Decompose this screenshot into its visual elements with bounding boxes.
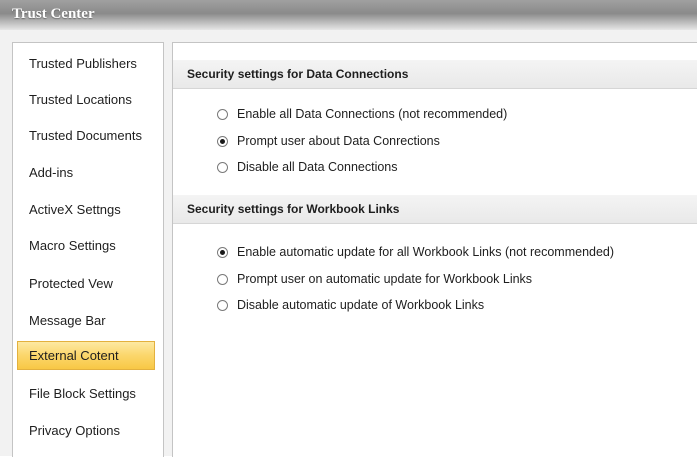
sidebar-item-macro-settings[interactable]: Macro Settings [17,231,155,260]
radio-button[interactable] [217,273,228,285]
radio-label: Disable all Data Connections [237,160,398,174]
sidebar-item-message-bar[interactable]: Message Bar [17,306,155,335]
sidebar-item-activex-settings[interactable]: ActiveX Settngs [17,195,155,224]
radio-option-prompt-data-connections[interactable]: Prompt user about Data Conrections [217,131,440,151]
radio-label: Prompt user about Data Conrections [237,134,440,148]
section-header-data-connections: Security settings for Data Connections [173,60,697,89]
radio-button[interactable] [217,108,228,120]
radio-label: Disable automatic update of Workbook Lin… [237,298,485,312]
radio-option-prompt-automatic-update[interactable]: Prompt user on automatic update for Work… [217,269,532,289]
radio-option-disable-automatic-update[interactable]: Disable automatic update of Workbook Lin… [217,295,484,315]
radio-label: Prompt user on automatic update for Work… [237,272,533,286]
sidebar-item-trusted-publishers[interactable]: Trusted Publishers [17,49,155,78]
sidebar-item-trusted-documents[interactable]: Trusted Documents [17,121,155,150]
radio-label: Enable automatic update for all Workbook… [237,245,615,259]
section-header-workbook-links: Security settings for Workbook Links [173,195,697,224]
title-bar: Trust Center [0,0,697,30]
radio-button-selected[interactable] [217,246,228,258]
dialog-body: Trusted Publishers Trusted Locations Tru… [0,30,697,457]
radio-button[interactable] [217,299,228,311]
sidebar-item-add-ins[interactable]: Add-ins [17,158,155,187]
radio-option-disable-all-data-connections[interactable]: Disable all Data Connections [217,157,398,177]
radio-button[interactable] [217,161,228,173]
sidebar-nav: Trusted Publishers Trusted Locations Tru… [12,42,164,457]
sidebar-item-file-block-settings[interactable]: File Block Settings [17,379,155,408]
radio-option-enable-all-data-connections[interactable]: Enable all Data Connections (not recomme… [217,104,507,124]
settings-panel: Security settings for Data Connections E… [172,42,697,457]
radio-option-enable-automatic-update[interactable]: Enable automatic update for all Workbook… [217,242,614,262]
sidebar-item-external-content[interactable]: External Cotent [17,341,155,370]
sidebar-item-privacy-options[interactable]: Privacy Options [17,416,155,445]
sidebar-item-protected-view[interactable]: Protected Vew [17,269,155,298]
radio-button-selected[interactable] [217,135,228,147]
window-title: Trust Center [12,6,95,22]
radio-label: Enable all Data Connections (not recomme… [237,107,508,121]
sidebar-item-trusted-locations[interactable]: Trusted Locations [17,85,155,114]
